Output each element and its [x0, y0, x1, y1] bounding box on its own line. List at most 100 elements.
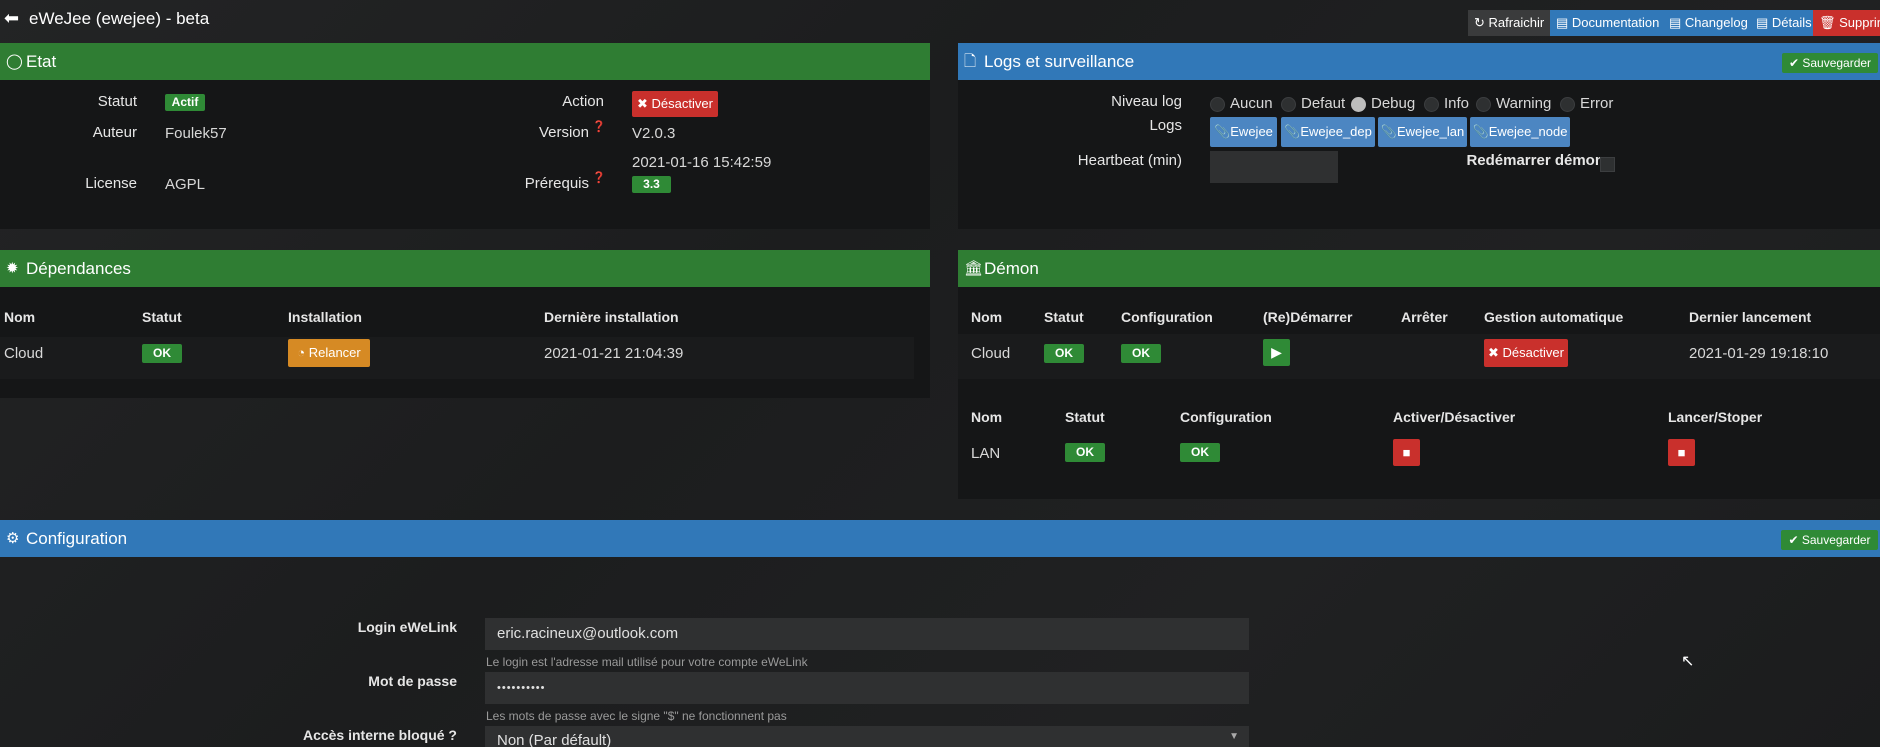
lan-header-activer: Activer/Désactiver: [1393, 409, 1516, 425]
statut-label: Statut: [97, 93, 137, 110]
demon-header: 🏛 Démon: [958, 250, 1880, 287]
log-level-label: Debug: [1371, 95, 1416, 112]
auteur-label: Auteur: [92, 124, 137, 141]
heartbeat-input[interactable]: [1210, 151, 1338, 183]
log-level-radio[interactable]: [1476, 97, 1491, 112]
demon-nom: Cloud: [971, 345, 1011, 362]
logs-label: Logs: [1149, 117, 1182, 134]
log-button-ewejee-lan[interactable]: 📎Ewejee_lan: [1378, 117, 1467, 147]
license-label: License: [85, 175, 137, 192]
back-icon[interactable]: ⬅: [4, 8, 19, 29]
password-label: Mot de passe: [368, 673, 457, 689]
log-level-label: Aucun: [1230, 95, 1273, 112]
dep-header-statut: Statut: [142, 309, 182, 325]
demon-header-configuration: Configuration: [1121, 309, 1213, 325]
dep-header-installation: Installation: [288, 309, 362, 325]
refresh-button[interactable]: ↻ Rafraichir: [1468, 10, 1550, 36]
log-level-radio[interactable]: [1424, 97, 1439, 112]
lan-config-badge: OK: [1180, 443, 1220, 462]
deactivate-plugin-button[interactable]: ✖ Désactiver: [632, 91, 718, 117]
configuration-header: ⚙ Configuration ✔ Sauvegarder: [0, 520, 1880, 557]
version-value: V2.0.3: [632, 125, 676, 142]
documentation-button[interactable]: ▤ Documentation: [1550, 10, 1663, 36]
dependances-header: ✹ Dépendances: [0, 250, 930, 287]
lan-toggle-button[interactable]: ■: [1393, 439, 1420, 466]
close-icon: ✖: [1488, 345, 1499, 360]
paperclip-icon: 📎: [1214, 124, 1231, 139]
lan-start-stop-button[interactable]: ■: [1668, 439, 1695, 466]
help-icon[interactable]: ❓: [592, 120, 606, 133]
deactivate-auto-button[interactable]: ✖ Désactiver: [1484, 339, 1568, 367]
refresh-icon: ↻: [1474, 15, 1485, 30]
paperclip-icon: 📎: [1380, 124, 1397, 139]
paperclip-icon: 📎: [1284, 124, 1301, 139]
delete-button[interactable]: 🗑 Supprimer: [1813, 10, 1880, 36]
logs-save-button[interactable]: ✔ Sauvegarder: [1782, 53, 1878, 73]
log-level-label: Warning: [1496, 95, 1552, 112]
log-level-label: Defaut: [1301, 95, 1346, 112]
help-icon[interactable]: ❓: [592, 171, 606, 184]
log-button-ewejee-node[interactable]: 📎Ewejee_node: [1470, 117, 1570, 147]
log-level-label: Error: [1580, 95, 1614, 112]
acces-select[interactable]: Non (Par défault) ▼: [485, 726, 1249, 747]
log-level-radio-selected[interactable]: [1351, 97, 1366, 112]
logs-title: Logs et surveillance: [984, 52, 1135, 71]
etat-header: ◯ Etat: [0, 43, 930, 80]
log-level-radio[interactable]: [1560, 97, 1575, 112]
stop-icon: ■: [1677, 445, 1686, 460]
dep-derniere: 2021-01-21 21:04:39: [544, 345, 684, 362]
version-date: 2021-01-16 15:42:59: [632, 154, 772, 171]
demon-title: Démon: [984, 259, 1039, 278]
close-icon: ✖: [637, 96, 648, 111]
dep-nom: Cloud: [4, 345, 44, 362]
version-label: Version: [538, 124, 589, 141]
log-level-radio[interactable]: [1210, 97, 1225, 112]
etat-title: Etat: [26, 52, 57, 71]
demon-config-badge: OK: [1121, 344, 1161, 363]
check-circle-icon: ✔: [1788, 56, 1799, 70]
lan-header-configuration: Configuration: [1180, 409, 1272, 425]
details-button[interactable]: ▤ Détails: [1750, 10, 1813, 36]
restart-demon-checkbox[interactable]: [1600, 157, 1615, 172]
demon-header-nom: Nom: [971, 309, 1003, 325]
action-label: Action: [562, 93, 604, 110]
lan-header-nom: Nom: [971, 409, 1003, 425]
demon-header-gestion: Gestion automatique: [1484, 309, 1624, 325]
demon-header-arreter: Arrêter: [1401, 309, 1448, 325]
dependances-title: Dépendances: [26, 259, 131, 278]
relaunch-install-button[interactable]: ◔ Relancer: [288, 339, 370, 367]
password-help: Les mots de passe avec le signe "$" ne f…: [486, 709, 787, 723]
heartbeat-label: Heartbeat (min): [1077, 152, 1182, 169]
log-button-ewejee-dep[interactable]: 📎Ewejee_dep: [1281, 117, 1375, 147]
demon-header-statut: Statut: [1044, 309, 1084, 325]
play-icon: ▶: [1271, 344, 1282, 360]
paperclip-icon: 📎: [1472, 124, 1489, 139]
changelog-button[interactable]: ▤ Changelog: [1663, 10, 1750, 36]
log-level-radio[interactable]: [1281, 97, 1296, 112]
acces-label: Accès interne bloqué ?: [302, 727, 457, 743]
dep-status-badge: OK: [142, 344, 182, 363]
logs-header: 🗋 Logs et surveillance ✔ Sauvegarder: [958, 43, 1880, 80]
password-input[interactable]: ••••••••••: [485, 672, 1249, 704]
start-demon-button[interactable]: ▶: [1263, 339, 1290, 366]
dep-header-derniere: Dernière installation: [544, 309, 679, 325]
config-save-button[interactable]: ✔ Sauvegarder: [1781, 530, 1878, 550]
etat-panel: [0, 80, 930, 229]
demon-dernier: 2021-01-29 19:18:10: [1689, 345, 1829, 362]
book-icon: ▤: [1756, 15, 1769, 30]
demon-header-redemarrer: (Re)Démarrer: [1263, 309, 1353, 325]
lan-nom: LAN: [971, 445, 1001, 462]
dep-header-nom: Nom: [4, 309, 36, 325]
login-input[interactable]: eric.racineux@outlook.com: [485, 618, 1249, 650]
stop-icon: ■: [1402, 445, 1411, 460]
lan-header-statut: Statut: [1065, 409, 1105, 425]
lan-header-lancer: Lancer/Stoper: [1668, 409, 1763, 425]
configuration-title: Configuration: [26, 529, 128, 548]
table-row: [0, 337, 914, 379]
mouse-cursor-icon: ↖: [1681, 653, 1695, 670]
log-button-ewejee[interactable]: 📎Ewejee: [1210, 117, 1277, 147]
log-level-label: Info: [1444, 95, 1470, 112]
prerequis-label: Prérequis: [524, 175, 589, 192]
auteur-value: Foulek57: [165, 125, 227, 142]
chevron-down-icon: ▼: [1229, 731, 1239, 742]
